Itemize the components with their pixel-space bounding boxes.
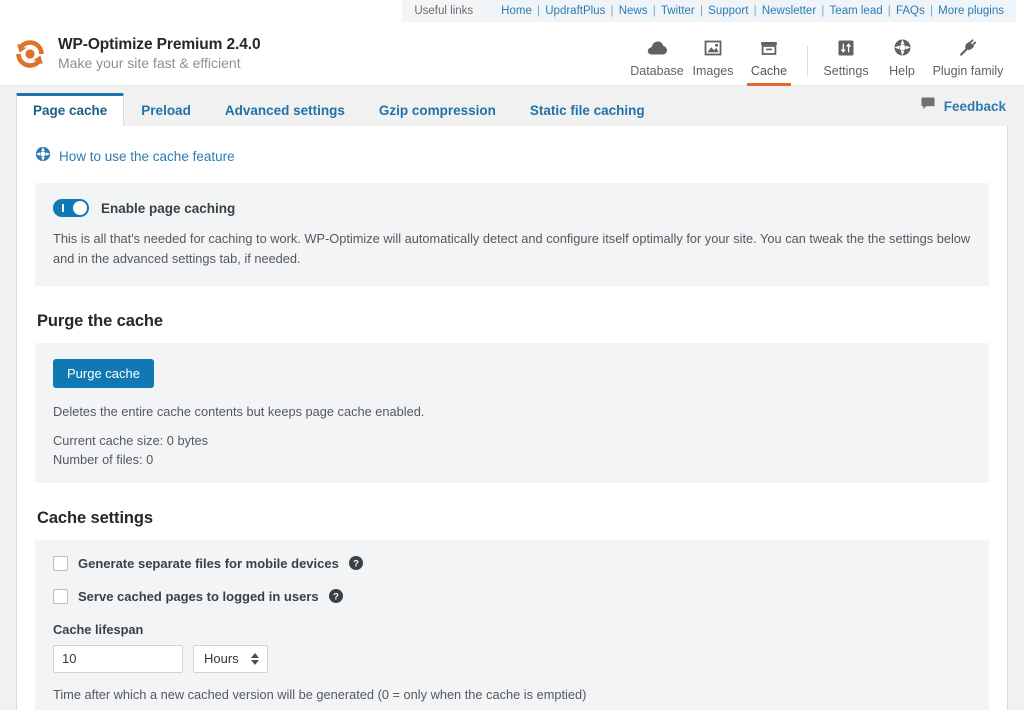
nav-label-settings: Settings (823, 64, 868, 78)
nav-item-images[interactable]: Images (685, 37, 741, 86)
question-mark-icon[interactable]: ? (329, 589, 343, 603)
svg-text:?: ? (353, 559, 359, 570)
purge-cache-panel: Purge cache Deletes the entire cache con… (35, 343, 989, 483)
useful-link-faqs[interactable]: FAQs (896, 5, 925, 17)
useful-links-separator: | (883, 5, 896, 17)
tab-static-file-caching[interactable]: Static file caching (513, 93, 662, 126)
feedback-label: Feedback (944, 99, 1006, 114)
plug-icon (958, 37, 978, 59)
cloud-icon (646, 37, 668, 59)
cache-settings-panel: Generate separate files for mobile devic… (35, 540, 989, 710)
useful-links-separator: | (605, 5, 618, 17)
useful-link-more-plugins[interactable]: More plugins (938, 5, 1004, 17)
serve-cached-pages-logged-in-label: Serve cached pages to logged in users (78, 589, 319, 604)
nav-item-database[interactable]: Database (629, 37, 685, 86)
nav-item-plugin-family[interactable]: Plugin family (930, 37, 1006, 86)
tab-bar: Page cachePreloadAdvanced settingsGzip c… (0, 86, 1024, 126)
cache-lifespan-hint: Time after which a new cached version wi… (53, 687, 971, 702)
enable-caching-row: Enable page caching (53, 199, 971, 217)
life-ring-icon (35, 146, 51, 167)
purge-cache-description: Deletes the entire cache contents but ke… (53, 404, 971, 419)
nav-item-cache[interactable]: Cache (741, 37, 797, 86)
useful-link-home[interactable]: Home (501, 5, 532, 17)
mobile-files-row: Generate separate files for mobile devic… (53, 556, 971, 571)
useful-links-label: Useful links (402, 0, 487, 22)
header-nav: Database Images (629, 22, 1006, 86)
question-mark-icon[interactable]: ? (349, 556, 363, 570)
tab-gzip-compression[interactable]: Gzip compression (362, 93, 513, 126)
useful-link-support[interactable]: Support (708, 5, 748, 17)
stepper-arrows-icon (251, 653, 259, 665)
purge-cache-button[interactable]: Purge cache (53, 359, 154, 388)
brand: WP-Optimize Premium 2.4.0 Make your site… (12, 35, 261, 73)
cache-lifespan-unit-select[interactable]: Hours (193, 645, 268, 673)
useful-links-list: Home | UpdraftPlus | News | Twitter | Su… (487, 0, 1016, 22)
useful-links-separator: | (748, 5, 761, 17)
useful-link-twitter[interactable]: Twitter (661, 5, 695, 17)
wp-optimize-logo-icon (12, 36, 48, 72)
useful-links-separator: | (532, 5, 545, 17)
tab-list: Page cachePreloadAdvanced settingsGzip c… (16, 86, 662, 126)
toggle-knob (73, 201, 87, 215)
cache-lifespan-label: Cache lifespan (53, 622, 971, 637)
useful-link-updraftplus[interactable]: UpdraftPlus (545, 5, 605, 17)
brand-tagline: Make your site fast & efficient (58, 55, 261, 73)
nav-label-help: Help (889, 64, 915, 78)
current-cache-size: Current cache size: 0 bytes (53, 433, 971, 448)
enable-caching-description: This is all that's needed for caching to… (53, 229, 971, 270)
speech-bubble-icon (920, 96, 936, 116)
cache-lifespan-row: Hours (53, 645, 971, 673)
number-of-files: Number of files: 0 (53, 452, 971, 467)
nav-label-cache: Cache (751, 64, 787, 78)
life-ring-icon (893, 37, 912, 59)
nav-item-settings[interactable]: Settings (818, 37, 874, 86)
useful-links-separator: | (695, 5, 708, 17)
tab-advanced-settings[interactable]: Advanced settings (208, 93, 362, 126)
image-icon (703, 37, 723, 59)
svg-text:?: ? (333, 592, 339, 603)
cache-lifespan-unit-value: Hours (204, 651, 239, 666)
useful-links-separator: | (648, 5, 661, 17)
enable-caching-panel: Enable page caching This is all that's n… (35, 183, 989, 286)
page-cache-panel: How to use the cache feature Enable page… (16, 126, 1008, 710)
serve-cached-pages-logged-in-checkbox[interactable] (53, 589, 68, 604)
nav-label-plugin-family: Plugin family (933, 64, 1004, 78)
nav-item-help[interactable]: Help (874, 37, 930, 86)
useful-links-bar: Useful links Home | UpdraftPlus | News |… (0, 0, 1024, 22)
logged-in-users-row: Serve cached pages to logged in users ? (53, 589, 971, 604)
toggle-on-mark (62, 204, 64, 212)
generate-separate-mobile-files-label: Generate separate files for mobile devic… (78, 556, 339, 571)
tab-preload[interactable]: Preload (124, 93, 208, 126)
tab-page-cache[interactable]: Page cache (16, 93, 124, 126)
cache-stats: Current cache size: 0 bytes Number of fi… (53, 433, 971, 467)
purge-section-title: Purge the cache (37, 312, 989, 331)
cache-settings-title: Cache settings (37, 509, 989, 528)
useful-link-team-lead[interactable]: Team lead (830, 5, 883, 17)
archive-box-icon (759, 37, 779, 59)
app-window: Useful links Home | UpdraftPlus | News |… (0, 0, 1024, 710)
app-header: WP-Optimize Premium 2.4.0 Make your site… (0, 22, 1024, 86)
enable-page-caching-label: Enable page caching (101, 201, 235, 216)
page-title: WP-Optimize Premium 2.4.0 (58, 35, 261, 54)
how-to-use-cache-label: How to use the cache feature (59, 149, 235, 164)
enable-page-caching-toggle[interactable] (53, 199, 89, 217)
how-to-use-cache-link[interactable]: How to use the cache feature (35, 146, 989, 167)
nav-label-database: Database (630, 64, 684, 78)
feedback-link[interactable]: Feedback (920, 96, 1006, 116)
sliders-icon (837, 37, 855, 59)
generate-separate-mobile-files-checkbox[interactable] (53, 556, 68, 571)
useful-links-separator: | (925, 5, 938, 17)
nav-divider (807, 46, 808, 76)
useful-link-newsletter[interactable]: Newsletter (762, 5, 816, 17)
nav-label-images: Images (693, 64, 734, 78)
cache-lifespan-input[interactable] (53, 645, 183, 673)
useful-link-news[interactable]: News (619, 5, 648, 17)
useful-links-separator: | (816, 5, 829, 17)
